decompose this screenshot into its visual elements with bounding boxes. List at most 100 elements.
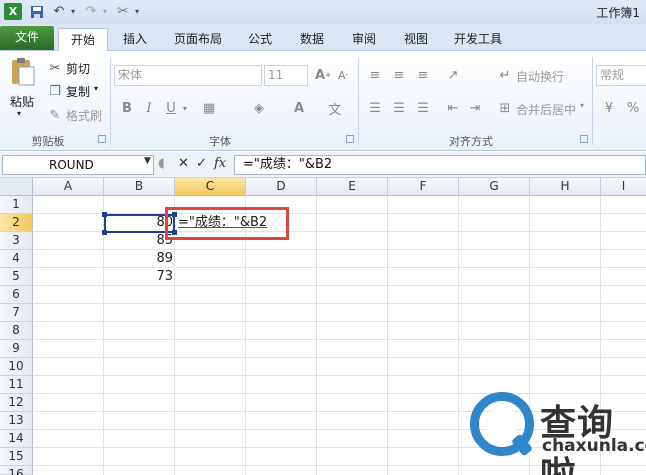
align-right-icon[interactable]: ☰ bbox=[414, 99, 432, 117]
row-header[interactable]: 15 bbox=[0, 448, 33, 466]
format-painter-icon[interactable]: ✎ bbox=[46, 106, 64, 124]
resize-handle-icon[interactable]: ◖ bbox=[158, 156, 165, 171]
redo-icon[interactable]: ↷ bbox=[82, 3, 100, 20]
row-header[interactable]: 16 bbox=[0, 466, 33, 475]
copy-icon[interactable]: ❐ bbox=[46, 82, 64, 100]
copy-dropdown-icon[interactable]: ▾ bbox=[94, 84, 98, 93]
column-header-selected[interactable]: C bbox=[175, 178, 246, 196]
row-header[interactable]: 8 bbox=[0, 322, 33, 340]
merge-center-button[interactable]: 合并后居中 bbox=[516, 101, 576, 118]
font-size-select[interactable]: 11 bbox=[264, 65, 308, 86]
clipboard-launcher-icon[interactable] bbox=[98, 135, 106, 143]
column-header[interactable]: A bbox=[33, 178, 104, 196]
orientation-icon[interactable]: ↗ bbox=[444, 66, 462, 84]
row-header[interactable]: 4 bbox=[0, 250, 33, 268]
row-header[interactable]: 14 bbox=[0, 430, 33, 448]
insert-function-icon[interactable]: fx bbox=[214, 156, 226, 171]
tab-review[interactable]: 审阅 bbox=[342, 28, 386, 51]
ribbon-home: 粘贴 ▾ ✂ 剪切 ❐ 复制 ▾ ✎ 格式刷 剪贴板 宋体 11 A + A- B… bbox=[0, 51, 646, 151]
font-name-select[interactable]: 宋体 bbox=[114, 65, 262, 86]
column-header[interactable]: F bbox=[388, 178, 459, 196]
row-header[interactable]: 3 bbox=[0, 232, 33, 250]
row-header[interactable]: 6 bbox=[0, 286, 33, 304]
merge-dropdown-icon[interactable]: ▾ bbox=[580, 101, 584, 110]
underline-icon[interactable]: U bbox=[162, 99, 180, 117]
wrap-text-icon[interactable]: ↵ bbox=[496, 66, 514, 84]
copy-button[interactable]: 复制 bbox=[66, 83, 90, 100]
cut-icon[interactable]: ✂ bbox=[46, 59, 64, 77]
tab-insert[interactable]: 插入 bbox=[112, 28, 158, 51]
shrink-font-icon[interactable]: A- bbox=[334, 66, 352, 84]
bold-icon[interactable]: B bbox=[118, 99, 136, 117]
tools-icon[interactable]: ✂ bbox=[114, 3, 132, 20]
borders-icon[interactable]: ▦ bbox=[200, 99, 218, 117]
column-header[interactable]: G bbox=[459, 178, 530, 196]
percent-format-icon[interactable]: % bbox=[624, 99, 642, 117]
clipboard-group-label: 剪贴板 bbox=[31, 135, 65, 148]
increase-indent-icon[interactable]: ⇥ bbox=[466, 99, 484, 117]
number-format-select[interactable]: 常规 bbox=[596, 65, 646, 86]
customize-dropdown-icon[interactable]: ▾ bbox=[132, 3, 142, 20]
cell-b4[interactable]: 89 bbox=[104, 250, 175, 268]
name-box[interactable]: ROUND bbox=[2, 155, 154, 175]
align-top-icon[interactable]: ≡ bbox=[366, 66, 384, 84]
range-handle[interactable] bbox=[102, 230, 107, 235]
align-left-icon[interactable]: ☰ bbox=[366, 99, 384, 117]
align-center-icon[interactable]: ☰ bbox=[390, 99, 408, 117]
font-color-icon[interactable]: A bbox=[290, 99, 308, 117]
row-header[interactable]: 1 bbox=[0, 196, 33, 214]
paste-dropdown-icon[interactable]: ▾ bbox=[17, 109, 21, 118]
font-group-label: 字体 bbox=[209, 135, 231, 148]
cut-button[interactable]: 剪切 bbox=[66, 60, 90, 77]
cell-b5[interactable]: 73 bbox=[104, 268, 175, 286]
italic-icon[interactable]: I bbox=[140, 99, 158, 117]
wrap-text-button[interactable]: 自动换行 bbox=[516, 68, 564, 85]
column-header[interactable]: H bbox=[530, 178, 601, 196]
tab-formulas[interactable]: 公式 bbox=[238, 28, 282, 51]
fill-color-icon[interactable]: ◈ bbox=[250, 99, 268, 117]
currency-format-icon[interactable]: ¥ bbox=[600, 99, 618, 117]
ribbon-tab-bar: 文件 开始 插入 页面布局 公式 数据 审阅 视图 开发工具 bbox=[0, 24, 646, 51]
underline-dropdown-icon[interactable]: ▾ bbox=[180, 99, 190, 117]
tab-file[interactable]: 文件 bbox=[0, 26, 54, 50]
decrease-indent-icon[interactable]: ⇤ bbox=[444, 99, 462, 117]
font-launcher-icon[interactable] bbox=[346, 135, 354, 143]
row-header[interactable]: 7 bbox=[0, 304, 33, 322]
save-icon[interactable] bbox=[28, 3, 46, 20]
row-header[interactable]: 9 bbox=[0, 340, 33, 358]
row-header[interactable]: 11 bbox=[0, 376, 33, 394]
row-header[interactable]: 12 bbox=[0, 394, 33, 412]
tab-home[interactable]: 开始 bbox=[58, 28, 108, 51]
name-box-dropdown-icon[interactable]: ▼ bbox=[144, 156, 151, 166]
formula-input[interactable]: ="成绩："&B2 bbox=[234, 155, 646, 175]
row-header-selected[interactable]: 2 bbox=[0, 214, 33, 232]
row-header[interactable]: 13 bbox=[0, 412, 33, 430]
column-header[interactable]: I bbox=[601, 178, 646, 196]
watermark-site: chaxunla.com bbox=[542, 436, 646, 456]
tab-developer[interactable]: 开发工具 bbox=[446, 28, 510, 51]
column-header[interactable]: E bbox=[317, 178, 388, 196]
grow-font-icon[interactable]: A + bbox=[314, 66, 332, 84]
tab-page-layout[interactable]: 页面布局 bbox=[166, 28, 230, 51]
tab-data[interactable]: 数据 bbox=[290, 28, 334, 51]
row-header[interactable]: 5 bbox=[0, 268, 33, 286]
alignment-launcher-icon[interactable] bbox=[580, 135, 588, 143]
align-middle-icon[interactable]: ≡ bbox=[390, 66, 408, 84]
select-all-corner[interactable] bbox=[0, 178, 33, 196]
redo-dropdown-icon[interactable]: ▾ bbox=[100, 3, 110, 20]
row-header[interactable]: 10 bbox=[0, 358, 33, 376]
tab-view[interactable]: 视图 bbox=[394, 28, 438, 51]
align-bottom-icon[interactable]: ≡ bbox=[414, 66, 432, 84]
undo-dropdown-icon[interactable]: ▾ bbox=[68, 3, 78, 20]
undo-icon[interactable]: ↶ bbox=[50, 3, 68, 20]
column-header[interactable]: D bbox=[246, 178, 317, 196]
enter-icon[interactable]: ✓ bbox=[196, 156, 207, 171]
column-header[interactable]: B bbox=[104, 178, 175, 196]
paste-button[interactable]: 粘贴 bbox=[10, 93, 34, 110]
phonetic-icon[interactable]: 文 bbox=[326, 99, 344, 118]
cancel-icon[interactable]: ✕ bbox=[178, 156, 189, 171]
format-painter-button[interactable]: 格式刷 bbox=[66, 107, 102, 124]
merge-center-icon[interactable]: ⊞ bbox=[496, 99, 514, 117]
range-handle[interactable] bbox=[102, 212, 107, 217]
paste-icon[interactable] bbox=[10, 57, 36, 87]
